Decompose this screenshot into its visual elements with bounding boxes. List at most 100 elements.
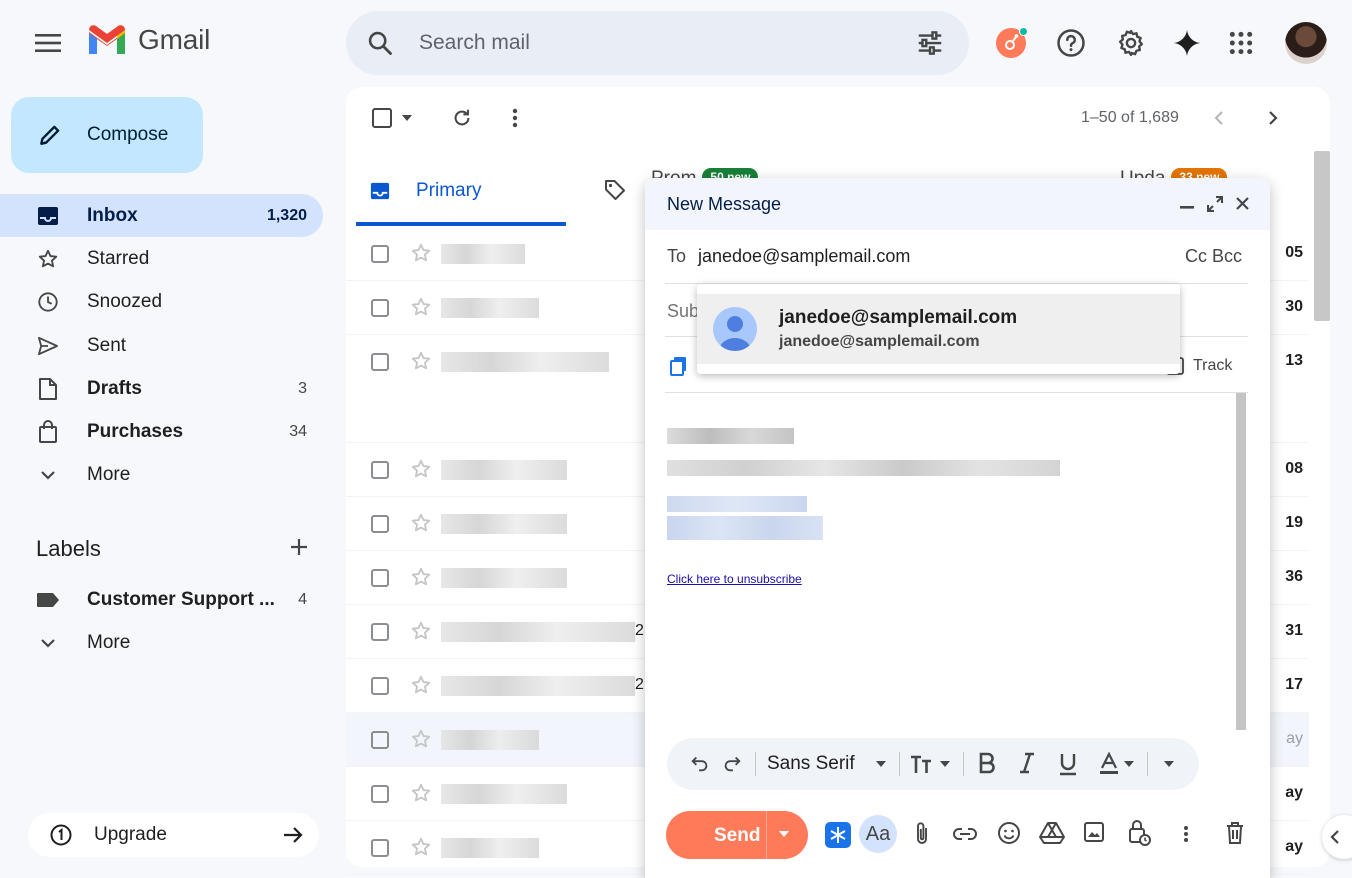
schedule-send-dropdown-icon[interactable] bbox=[778, 830, 790, 838]
gmail-logo[interactable]: Gmail bbox=[86, 24, 210, 56]
google-drive-icon[interactable] bbox=[1039, 821, 1065, 845]
search-input[interactable] bbox=[419, 29, 889, 57]
star-icon[interactable] bbox=[410, 782, 432, 804]
recipient-suggestion-item[interactable]: janedoe@samplemail.com janedoe@samplemai… bbox=[697, 294, 1180, 364]
settings-button[interactable] bbox=[1112, 24, 1150, 62]
more-vertical-icon[interactable] bbox=[1183, 825, 1189, 843]
notification-dot bbox=[1019, 27, 1028, 36]
select-all-checkbox[interactable] bbox=[366, 104, 418, 132]
gemini-button[interactable] bbox=[1168, 24, 1206, 62]
row-checkbox[interactable] bbox=[371, 245, 389, 263]
text-size-icon[interactable] bbox=[909, 753, 935, 775]
expand-icon[interactable] bbox=[1207, 196, 1223, 212]
newer-page-button[interactable] bbox=[1261, 106, 1285, 130]
sidebar-item-drafts[interactable]: Drafts 3 bbox=[0, 367, 323, 410]
compose-body-scrollbar[interactable] bbox=[1236, 393, 1246, 730]
account-avatar[interactable] bbox=[1285, 22, 1327, 64]
close-icon[interactable] bbox=[1235, 196, 1250, 211]
row-checkbox[interactable] bbox=[371, 785, 389, 803]
sidebar-item-snoozed[interactable]: Snoozed bbox=[0, 280, 323, 323]
attach-file-icon[interactable] bbox=[913, 821, 931, 847]
discard-draft-icon[interactable] bbox=[1225, 821, 1245, 845]
star-icon[interactable] bbox=[410, 836, 432, 858]
hubspot-extension-button[interactable] bbox=[996, 27, 1028, 58]
font-family-select[interactable]: Sans Serif bbox=[767, 753, 855, 775]
templates-icon[interactable] bbox=[670, 356, 688, 376]
blurred-sender bbox=[441, 622, 635, 642]
row-checkbox[interactable] bbox=[371, 353, 389, 371]
older-page-button[interactable] bbox=[1207, 106, 1231, 130]
italic-icon[interactable] bbox=[1017, 752, 1037, 774]
confidential-mode-icon[interactable] bbox=[1127, 818, 1151, 846]
person-icon bbox=[719, 316, 751, 351]
row-checkbox[interactable] bbox=[371, 839, 389, 857]
insert-link-icon[interactable] bbox=[952, 825, 978, 843]
unsubscribe-link[interactable]: Click here to unsubscribe bbox=[667, 572, 802, 586]
insert-photo-icon[interactable] bbox=[1083, 821, 1105, 843]
star-icon[interactable] bbox=[410, 620, 432, 642]
minimize-icon[interactable] bbox=[1180, 206, 1194, 209]
tab-primary[interactable]: Primary bbox=[356, 160, 566, 226]
sidebar-item-inbox[interactable]: Inbox 1,320 bbox=[0, 194, 323, 237]
underline-icon[interactable] bbox=[1058, 752, 1078, 776]
mail-list-scrollbar[interactable] bbox=[1314, 151, 1330, 321]
star-icon[interactable] bbox=[410, 350, 432, 372]
main-menu-button[interactable] bbox=[28, 23, 68, 63]
snippets-extension-button[interactable] bbox=[825, 822, 851, 848]
support-button[interactable] bbox=[1052, 24, 1090, 62]
row-date: 17 bbox=[1285, 676, 1303, 693]
row-checkbox[interactable] bbox=[371, 515, 389, 533]
row-checkbox[interactable] bbox=[371, 677, 389, 695]
subject-field[interactable]: Sub bbox=[667, 301, 699, 322]
caret-down-icon[interactable] bbox=[875, 760, 887, 768]
undo-icon[interactable] bbox=[689, 752, 711, 774]
star-icon[interactable] bbox=[410, 512, 432, 534]
gmail-m-icon bbox=[89, 25, 125, 54]
compose-header[interactable]: New Message bbox=[645, 178, 1270, 230]
text-color-icon[interactable] bbox=[1099, 752, 1119, 776]
search-options-icon[interactable] bbox=[915, 28, 945, 58]
sidebar-item-sent[interactable]: Sent bbox=[0, 324, 323, 367]
star-icon[interactable] bbox=[410, 566, 432, 588]
search-bar[interactable] bbox=[346, 11, 969, 75]
sidebar-item-label: Snoozed bbox=[87, 290, 163, 312]
cc-bcc-toggle[interactable]: Cc Bcc bbox=[1185, 246, 1242, 267]
tab-label: Primary bbox=[416, 180, 482, 201]
star-icon[interactable] bbox=[410, 242, 432, 264]
create-label-button[interactable] bbox=[287, 535, 311, 559]
sidebar-item-purchases[interactable]: Purchases 34 bbox=[0, 410, 323, 453]
emoji-icon[interactable] bbox=[997, 821, 1021, 845]
star-icon[interactable] bbox=[410, 674, 432, 696]
row-checkbox[interactable] bbox=[371, 731, 389, 749]
compose-button[interactable]: Compose bbox=[11, 97, 203, 173]
send-button[interactable]: Send bbox=[666, 811, 808, 859]
row-checkbox[interactable] bbox=[371, 461, 389, 479]
row-checkbox[interactable] bbox=[371, 569, 389, 587]
sidebar-label-customer-support[interactable]: Customer Support ... 4 bbox=[0, 578, 323, 621]
blurred-sender bbox=[441, 460, 567, 480]
sidebar-item-more[interactable]: More bbox=[0, 453, 323, 496]
more-vertical-icon bbox=[512, 108, 518, 128]
bold-icon[interactable] bbox=[977, 752, 997, 774]
help-icon bbox=[1057, 29, 1085, 57]
more-options-button[interactable] bbox=[503, 104, 527, 132]
star-icon[interactable] bbox=[410, 458, 432, 480]
row-checkbox[interactable] bbox=[371, 299, 389, 317]
redo-icon[interactable] bbox=[721, 752, 743, 774]
row-checkbox[interactable] bbox=[371, 623, 389, 641]
hamburger-menu-icon bbox=[35, 34, 61, 52]
sidebar-item-starred[interactable]: Starred bbox=[0, 237, 323, 280]
sidebar-labels-more[interactable]: More bbox=[0, 621, 323, 664]
suggestion-name: janedoe@samplemail.com bbox=[779, 307, 1018, 328]
apps-button[interactable] bbox=[1222, 24, 1260, 62]
search-icon[interactable] bbox=[366, 29, 394, 57]
refresh-button[interactable] bbox=[449, 104, 475, 132]
star-icon[interactable] bbox=[410, 296, 432, 318]
caret-down-icon[interactable] bbox=[1123, 760, 1135, 768]
star-icon[interactable] bbox=[410, 728, 432, 750]
more-formatting-icon[interactable] bbox=[1163, 760, 1175, 768]
caret-down-icon[interactable] bbox=[939, 760, 951, 768]
to-recipient-field[interactable]: janedoe@samplemail.com bbox=[698, 246, 910, 267]
formatting-options-button[interactable]: Aa bbox=[859, 815, 897, 853]
upgrade-button[interactable]: Upgrade bbox=[28, 813, 319, 857]
